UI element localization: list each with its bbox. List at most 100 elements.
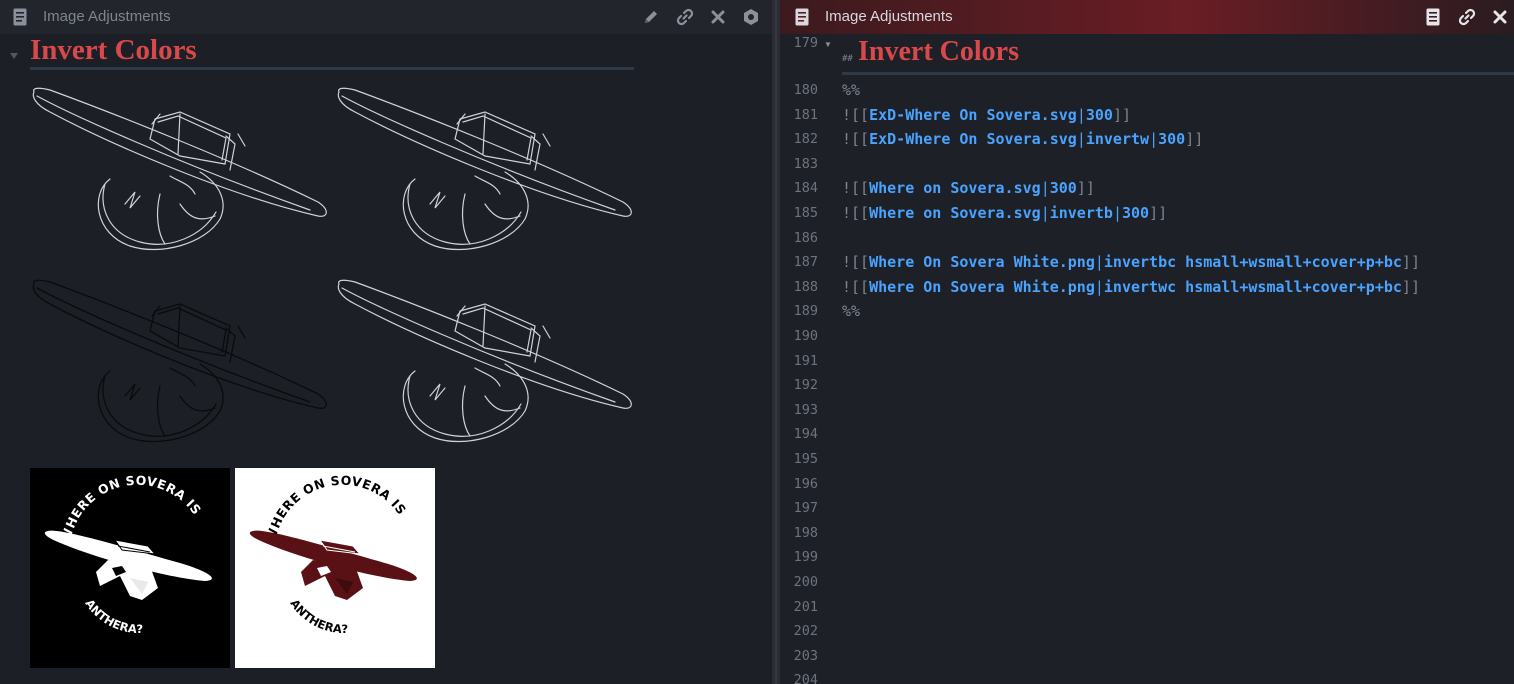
line-number: 183 <box>793 156 818 172</box>
source-editor-pane[interactable]: Image Adjustments 179 ▼ ## Invert Colors… <box>780 0 1514 684</box>
page-heading: Invert Colors <box>30 34 197 66</box>
poster-arc-text-top: WHERE ON SOVERA IS <box>263 473 409 544</box>
line-number: 198 <box>793 525 818 541</box>
close-icon[interactable] <box>707 6 729 28</box>
code-line[interactable]: ![[Where on Sovera.svg|300]] <box>842 178 1095 198</box>
fold-arrow-icon[interactable]: ▼ <box>824 40 832 49</box>
line-number: 201 <box>793 599 818 615</box>
markup-token: ![[ <box>842 130 870 148</box>
link-icon[interactable] <box>674 6 696 28</box>
markup-token: ]] <box>1076 179 1095 197</box>
line-number: 197 <box>793 500 818 516</box>
wikilink-text[interactable]: invertbc hsmall+wsmall+cover+p+bc <box>1104 253 1402 271</box>
poster-arc-text-bottom: ANTHERA? <box>287 597 348 637</box>
pipe-separator: | <box>1040 179 1050 197</box>
markup-token: ]] <box>1401 278 1420 296</box>
markup-token: ![[ <box>842 204 870 222</box>
pipe-separator: | <box>1149 130 1159 148</box>
wikilink-text[interactable]: ExD-Where On Sovera.svg <box>869 130 1077 148</box>
poster-artwork: WHERE ON SOVERA IS ANTHERA? <box>249 473 417 637</box>
line-number: 188 <box>793 279 818 295</box>
heading-divider <box>842 72 1514 75</box>
line-number: 184 <box>793 180 818 196</box>
line-number: 195 <box>793 451 818 467</box>
poster-artwork: WHERE ON SOVERA IS ANTHERA? <box>44 473 212 637</box>
markup-token: ![[ <box>842 106 870 124</box>
line-number: 186 <box>793 230 818 246</box>
markup-token: ![[ <box>842 253 870 271</box>
line-number: 179 <box>793 35 818 51</box>
pencil-icon[interactable] <box>640 6 662 28</box>
poster-image-original: WHERE ON SOVERA IS ANTHERA? <box>235 468 435 668</box>
reading-view-icon[interactable] <box>1422 6 1444 28</box>
wikilink-text[interactable]: Where on Sovera.svg <box>869 179 1041 197</box>
markup-token: ![[ <box>842 278 870 296</box>
settings-hexagon-icon[interactable] <box>740 6 762 28</box>
code-line[interactable]: %% <box>842 80 860 100</box>
wikilink-text[interactable]: 300 <box>1050 179 1077 197</box>
sovera-sketch-image <box>32 87 327 251</box>
left-pane-title: Image Adjustments <box>43 8 171 25</box>
pipe-separator: | <box>1094 278 1104 296</box>
line-number: 199 <box>793 549 818 565</box>
wikilink-text[interactable]: ExD-Where On Sovera.svg <box>869 106 1077 124</box>
markup-token: ![[ <box>842 179 870 197</box>
markup-token: %% <box>842 302 861 320</box>
pipe-separator: | <box>1094 253 1104 271</box>
line-number: 191 <box>793 353 818 369</box>
reading-view-pane: Image Adjustments Invert Colors HERE ON … <box>0 0 772 684</box>
wikilink-text[interactable]: Where on Sovera.svg <box>869 204 1041 222</box>
code-line[interactable]: ![[Where on Sovera.svg|invertb|300]] <box>842 203 1167 223</box>
wikilink-text[interactable]: 300 <box>1158 130 1185 148</box>
link-icon[interactable] <box>1456 6 1478 28</box>
code-line[interactable]: ![[ExD-Where On Sovera.svg|300]] <box>842 105 1131 125</box>
wikilink-text[interactable]: Where On Sovera White.png <box>869 278 1095 296</box>
sovera-sketch-image <box>337 87 632 251</box>
line-number: 182 <box>793 131 818 147</box>
pane-resize-handle[interactable] <box>772 0 780 684</box>
line-number: 202 <box>793 623 818 639</box>
markup-token: ]] <box>1401 253 1420 271</box>
wikilink-text[interactable]: 300 <box>1086 106 1113 124</box>
line-number: 180 <box>793 82 818 98</box>
wikilink-text[interactable]: 300 <box>1122 204 1149 222</box>
pipe-separator: | <box>1040 204 1050 222</box>
collapse-arrow-icon[interactable] <box>9 47 19 65</box>
document-icon <box>791 6 813 28</box>
wikilink-text[interactable]: invertb <box>1050 204 1113 222</box>
code-line[interactable]: ![[Where On Sovera White.png|invertwc hs… <box>842 277 1420 297</box>
left-pane-header: Image Adjustments <box>0 0 772 34</box>
code-line[interactable]: ![[Where On Sovera White.png|invertbc hs… <box>842 252 1420 272</box>
pane-divider-line <box>775 0 777 684</box>
heading-divider <box>30 67 634 70</box>
code-line[interactable]: ![[ExD-Where On Sovera.svg|invertw|300]] <box>842 129 1203 149</box>
poster-arc-text-bottom: ANTHERA? <box>82 597 143 637</box>
poster-arc-text-top: WHERE ON SOVERA IS <box>58 473 204 544</box>
markup-token: ]] <box>1112 106 1131 124</box>
source-heading[interactable]: Invert Colors <box>858 36 1019 68</box>
line-number: 196 <box>793 476 818 492</box>
line-number: 181 <box>793 107 818 123</box>
markup-token: %% <box>842 81 861 99</box>
line-number: 200 <box>793 574 818 590</box>
line-number: 189 <box>793 303 818 319</box>
line-number: 204 <box>793 672 818 684</box>
code-line[interactable]: %% <box>842 301 860 321</box>
wikilink-text[interactable]: invertw <box>1086 130 1149 148</box>
close-icon[interactable] <box>1489 6 1511 28</box>
pipe-separator: | <box>1076 130 1086 148</box>
line-number: 190 <box>793 328 818 344</box>
pipe-separator: | <box>1076 106 1086 124</box>
wikilink-text[interactable]: Where On Sovera White.png <box>869 253 1095 271</box>
line-number: 187 <box>793 254 818 270</box>
right-pane-header: Image Adjustments <box>780 0 1514 34</box>
document-icon <box>9 6 31 28</box>
line-number: 193 <box>793 402 818 418</box>
pipe-separator: | <box>1112 204 1122 222</box>
poster-image-inverted: WHERE ON SOVERA IS ANTHERA? <box>30 468 230 668</box>
line-number: 203 <box>793 648 818 664</box>
markup-token: ]] <box>1149 204 1168 222</box>
line-number: 185 <box>793 205 818 221</box>
line-number: 192 <box>793 377 818 393</box>
wikilink-text[interactable]: invertwc hsmall+wsmall+cover+p+bc <box>1104 278 1402 296</box>
